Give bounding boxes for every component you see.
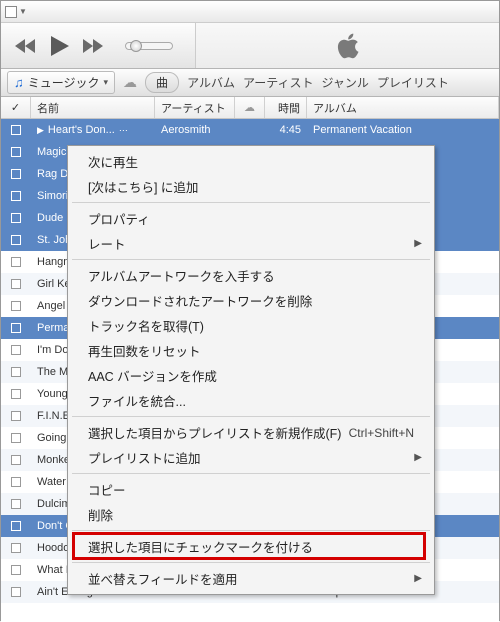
- navbar: ♫ ミュージック ▾ ☁ 曲 アルバム アーティスト ジャンル プレイリスト: [1, 69, 499, 97]
- row-checkbox[interactable]: [11, 411, 21, 421]
- lcd-display: [195, 23, 499, 68]
- menu-separator: [72, 202, 430, 203]
- menu-separator: [72, 562, 430, 563]
- window-icon: [5, 6, 17, 18]
- column-headers: ✓ 名前 アーティスト ☁ 時間 アルバム: [1, 97, 499, 119]
- row-checkbox[interactable]: [11, 433, 21, 443]
- row-checkbox[interactable]: [11, 587, 21, 597]
- submenu-arrow-icon: ▶: [414, 452, 422, 463]
- row-checkbox[interactable]: [11, 257, 21, 267]
- menu-shortcut: Ctrl+Shift+N: [349, 426, 414, 440]
- row-checkbox[interactable]: [11, 301, 21, 311]
- row-checkbox[interactable]: [11, 169, 21, 179]
- row-checkbox[interactable]: [11, 191, 21, 201]
- apple-logo-icon: [335, 31, 361, 61]
- tab-playlists[interactable]: プレイリスト: [377, 74, 449, 91]
- view-songs-pill[interactable]: 曲: [145, 72, 179, 93]
- cell-name: ▶Heart's Don...⋯: [31, 124, 155, 136]
- col-check[interactable]: ✓: [1, 97, 31, 118]
- menu-item[interactable]: [次はこちら] に追加: [70, 174, 432, 199]
- player-bar: [1, 23, 499, 69]
- col-time[interactable]: 時間: [265, 97, 307, 118]
- row-checkbox[interactable]: [11, 213, 21, 223]
- menu-separator: [72, 416, 430, 417]
- menu-item[interactable]: ファイルを統合...: [70, 388, 432, 413]
- row-checkbox[interactable]: [11, 521, 21, 531]
- menu-item[interactable]: ダウンロードされたアートワークを削除: [70, 288, 432, 313]
- menu-item[interactable]: プロパティ: [70, 206, 432, 231]
- options-icon[interactable]: ⋯: [119, 125, 128, 136]
- row-checkbox[interactable]: [11, 389, 21, 399]
- caret-icon: ▾: [104, 77, 109, 88]
- menu-item[interactable]: レート▶: [70, 231, 432, 256]
- menu-item[interactable]: 選択した項目からプレイリストを新規作成(F)Ctrl+Shift+N: [70, 420, 432, 445]
- window-menu-icon[interactable]: ▼: [19, 7, 27, 16]
- menu-item[interactable]: 選択した項目にチェックマークを付ける: [70, 534, 432, 559]
- menu-item[interactable]: 次に再生: [70, 149, 432, 174]
- row-checkbox[interactable]: [11, 345, 21, 355]
- cloud-icon[interactable]: ☁: [123, 74, 137, 91]
- prev-button[interactable]: [15, 39, 37, 53]
- menu-item[interactable]: 削除: [70, 502, 432, 527]
- col-album[interactable]: アルバム: [307, 97, 499, 118]
- menu-separator: [72, 473, 430, 474]
- playing-icon: ▶: [37, 125, 44, 136]
- row-checkbox[interactable]: [11, 543, 21, 553]
- cell-artist: Aerosmith: [155, 124, 235, 136]
- menu-item[interactable]: アルバムアートワークを入手する: [70, 263, 432, 288]
- tab-genres[interactable]: ジャンル: [322, 74, 369, 91]
- cell-time: 4:45: [265, 124, 307, 136]
- play-button[interactable]: [51, 36, 69, 56]
- library-label: ミュージック: [28, 74, 100, 91]
- col-cloud[interactable]: ☁: [235, 97, 265, 118]
- menu-item[interactable]: トラック名を取得(T): [70, 313, 432, 338]
- table-row[interactable]: ▶Heart's Don...⋯Aerosmith 4:45Permanent V…: [1, 119, 499, 141]
- row-checkbox[interactable]: [11, 279, 21, 289]
- row-checkbox[interactable]: [11, 147, 21, 157]
- menu-separator: [72, 259, 430, 260]
- row-checkbox[interactable]: [11, 367, 21, 377]
- menu-item[interactable]: 並べ替えフィールドを適用▶: [70, 566, 432, 591]
- tab-albums[interactable]: アルバム: [187, 74, 235, 91]
- cell-album: Permanent Vacation: [307, 124, 499, 136]
- row-checkbox[interactable]: [11, 125, 21, 135]
- titlebar: ▼: [1, 1, 499, 23]
- volume-slider[interactable]: [125, 42, 173, 50]
- row-checkbox[interactable]: [11, 455, 21, 465]
- library-selector[interactable]: ♫ ミュージック ▾: [7, 71, 115, 94]
- col-artist[interactable]: アーティスト: [155, 97, 235, 118]
- col-name[interactable]: 名前: [31, 97, 155, 118]
- context-menu: 次に再生[次はこちら] に追加プロパティレート▶ アルバムアートワークを入手するダ…: [67, 145, 435, 595]
- menu-item[interactable]: コピー: [70, 477, 432, 502]
- menu-item[interactable]: プレイリストに追加▶: [70, 445, 432, 470]
- menu-separator: [72, 530, 430, 531]
- row-checkbox[interactable]: [11, 323, 21, 333]
- row-checkbox[interactable]: [11, 499, 21, 509]
- row-checkbox[interactable]: [11, 477, 21, 487]
- next-button[interactable]: [83, 39, 105, 53]
- music-note-icon: ♫: [14, 75, 24, 90]
- submenu-arrow-icon: ▶: [414, 573, 422, 584]
- row-checkbox[interactable]: [11, 565, 21, 575]
- row-checkbox[interactable]: [11, 235, 21, 245]
- submenu-arrow-icon: ▶: [414, 238, 422, 249]
- tab-artists[interactable]: アーティスト: [243, 74, 314, 91]
- menu-item[interactable]: 再生回数をリセット: [70, 338, 432, 363]
- menu-item[interactable]: AAC バージョンを作成: [70, 363, 432, 388]
